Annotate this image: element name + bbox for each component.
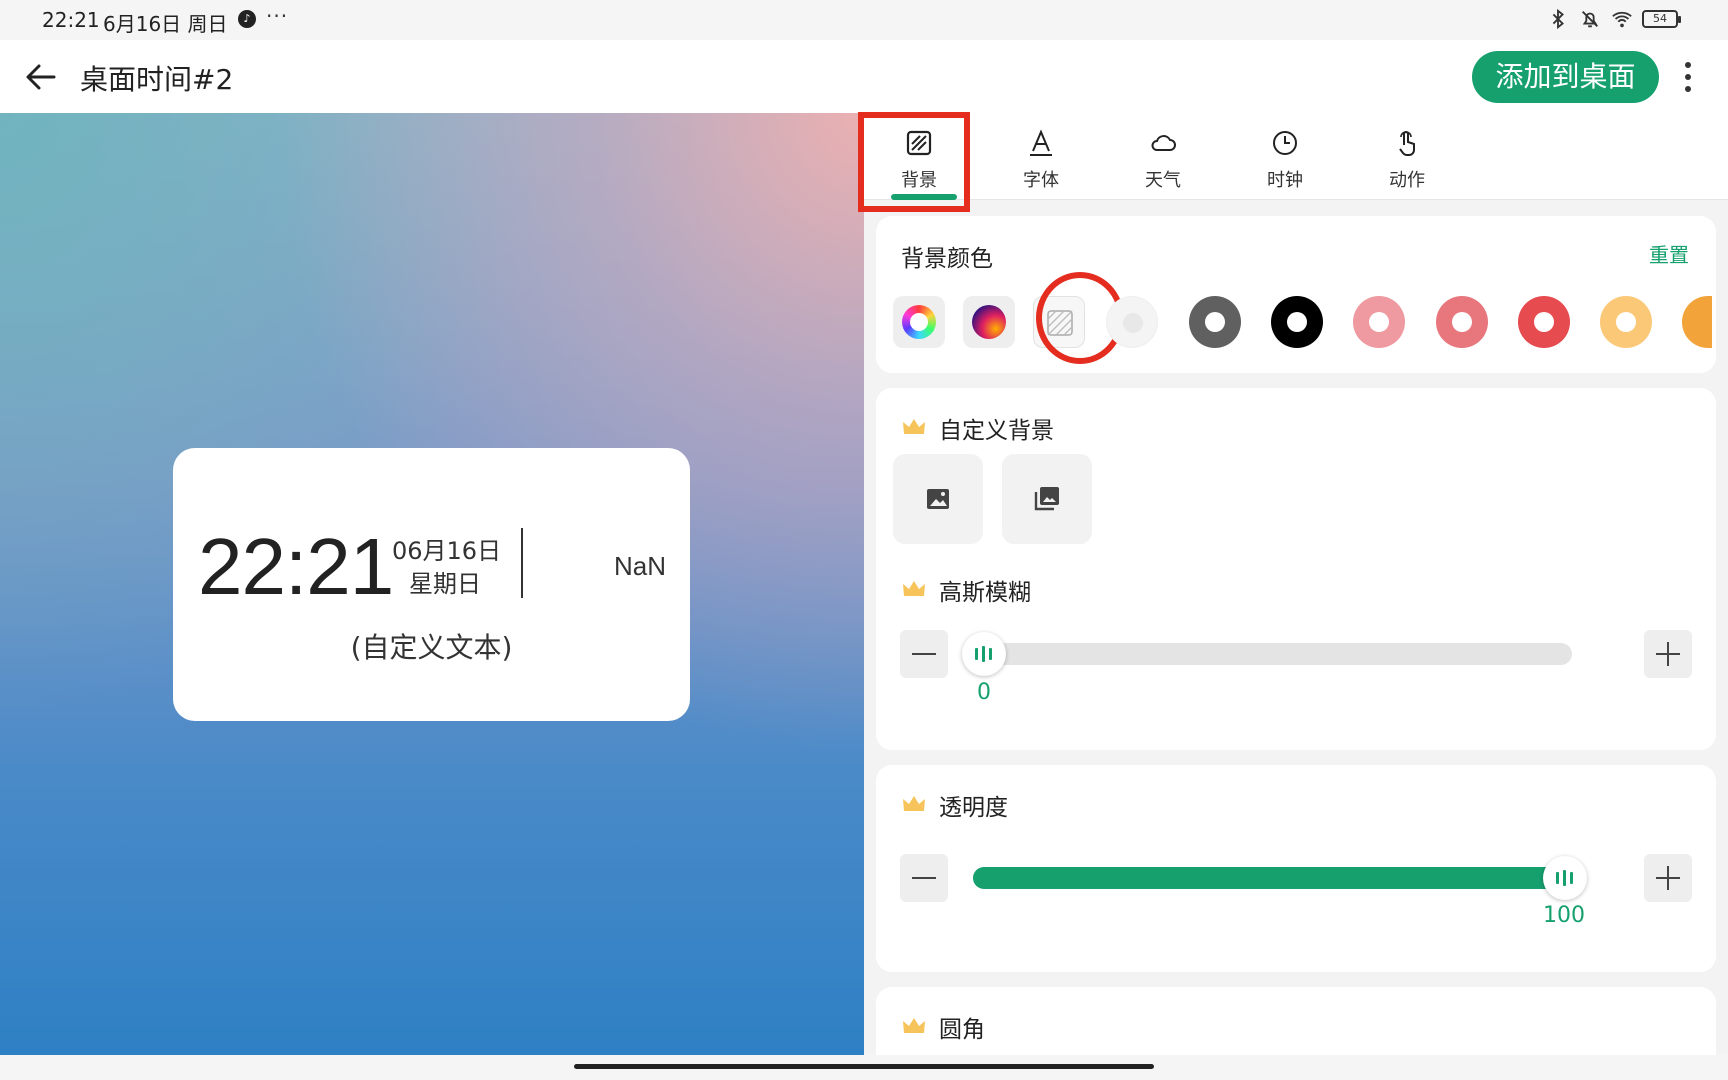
app-bar: 桌面时间#2 添加到桌面 [0,40,1728,113]
settings-tabs: 背景 字体 天气 时钟 动作 [858,112,1728,212]
color-swatch[interactable] [1353,296,1405,348]
blur-slider-track[interactable] [977,643,1572,665]
tab-font-label: 字体 [1023,170,1059,191]
background-color-card: 背景颜色 重置 [876,216,1716,373]
tap-icon [1399,131,1415,156]
opacity-card: 透明度 100 [876,765,1716,972]
tab-clock-label: 时钟 [1267,170,1303,191]
opacity-increase-button[interactable] [1644,854,1692,902]
more-notifications-indicator: ··· [266,4,289,28]
custom-background-card: 自定义背景 高斯模糊 0 [876,388,1716,750]
wifi-icon [1612,11,1632,28]
tab-action-label: 动作 [1389,170,1425,191]
tab-weather[interactable]: 天气 [1108,113,1218,200]
widget-time: 22:21 [198,522,394,611]
opacity-slider-thumb[interactable] [1543,856,1587,900]
blur-increase-button[interactable] [1644,630,1692,678]
mute-bell-icon [1582,11,1598,28]
widget-preview-area: 22:21 06月16日 星期日 NaN (自定义文本) [0,113,864,1055]
widget-date: 06月16日 [392,537,502,565]
color-swatch[interactable] [1518,296,1570,348]
pick-image-button[interactable] [893,454,983,544]
color-swatch-white[interactable] [1106,296,1158,348]
blur-slider-thumb[interactable] [962,632,1006,676]
battery-icon: 54 [1642,10,1681,28]
tiktok-notification-icon: ♪ [238,10,256,28]
reset-button[interactable]: 重置 [1649,239,1689,268]
clock-icon [1273,131,1297,155]
add-to-desktop-button[interactable]: 添加到桌面 [1472,51,1659,103]
gradient-icon [972,305,1006,339]
widget-custom-text: (自定义文本) [350,631,513,664]
status-bar: 22:21 6月16日 周日 ♪ ··· 54 [0,0,1728,40]
tab-background[interactable]: 背景 [858,112,974,212]
back-arrow-icon[interactable] [20,56,62,98]
opacity-slider-fill [973,867,1573,889]
status-icons: 54 [1546,8,1681,30]
tab-font[interactable]: 字体 [986,113,1096,200]
color-wheel-swatch[interactable] [893,296,945,348]
font-icon [1030,129,1052,156]
color-swatch[interactable] [1600,296,1652,348]
crown-icon [903,1018,925,1033]
background-color-title: 背景颜色 [901,246,993,272]
status-date: 6月16日 周日 [103,12,228,36]
image-icon [927,489,949,509]
widget-divider [521,528,523,598]
custom-background-title: 自定义背景 [939,418,1054,444]
color-swatch[interactable] [1682,296,1712,348]
gradient-swatch[interactable] [963,296,1015,348]
home-indicator[interactable] [574,1064,1154,1069]
blur-decrease-button[interactable] [900,630,948,678]
opacity-decrease-button[interactable] [900,854,948,902]
crown-icon [903,419,925,434]
color-swatch[interactable] [1271,296,1323,348]
tab-weather-label: 天气 [1145,170,1181,191]
color-swatch[interactable] [1436,296,1488,348]
gaussian-blur-title: 高斯模糊 [939,580,1031,606]
opacity-slider-track[interactable] [973,867,1573,889]
status-time: 22:21 [42,8,100,32]
opacity-title: 透明度 [939,795,1008,821]
crown-icon [903,796,925,811]
widget-weather-value: NaN [614,551,667,581]
color-wheel-icon [902,305,936,339]
more-options-icon[interactable] [1676,58,1700,96]
color-swatch[interactable] [1189,296,1241,348]
blur-value: 0 [977,680,991,705]
widget-weekday: 星期日 [409,570,481,598]
corner-radius-title: 圆角 [939,1017,985,1043]
crown-icon [903,581,925,596]
tab-action[interactable]: 动作 [1352,113,1462,200]
settings-panel: 背景 字体 天气 时钟 动作 背景颜色 重置 自定义背景 高斯模糊 0 透明度 … [858,112,1728,1067]
opacity-value: 100 [1543,903,1585,928]
pick-gallery-button[interactable] [1002,454,1092,544]
highlight-box-annotation [858,112,970,212]
cloud-icon [1151,135,1176,151]
gallery-icon [1034,487,1059,511]
bluetooth-icon [1552,8,1564,30]
page-title: 桌面时间#2 [80,63,234,96]
tab-clock[interactable]: 时钟 [1230,113,1340,200]
clock-widget-preview: 22:21 06月16日 星期日 NaN (自定义文本) [173,448,690,721]
